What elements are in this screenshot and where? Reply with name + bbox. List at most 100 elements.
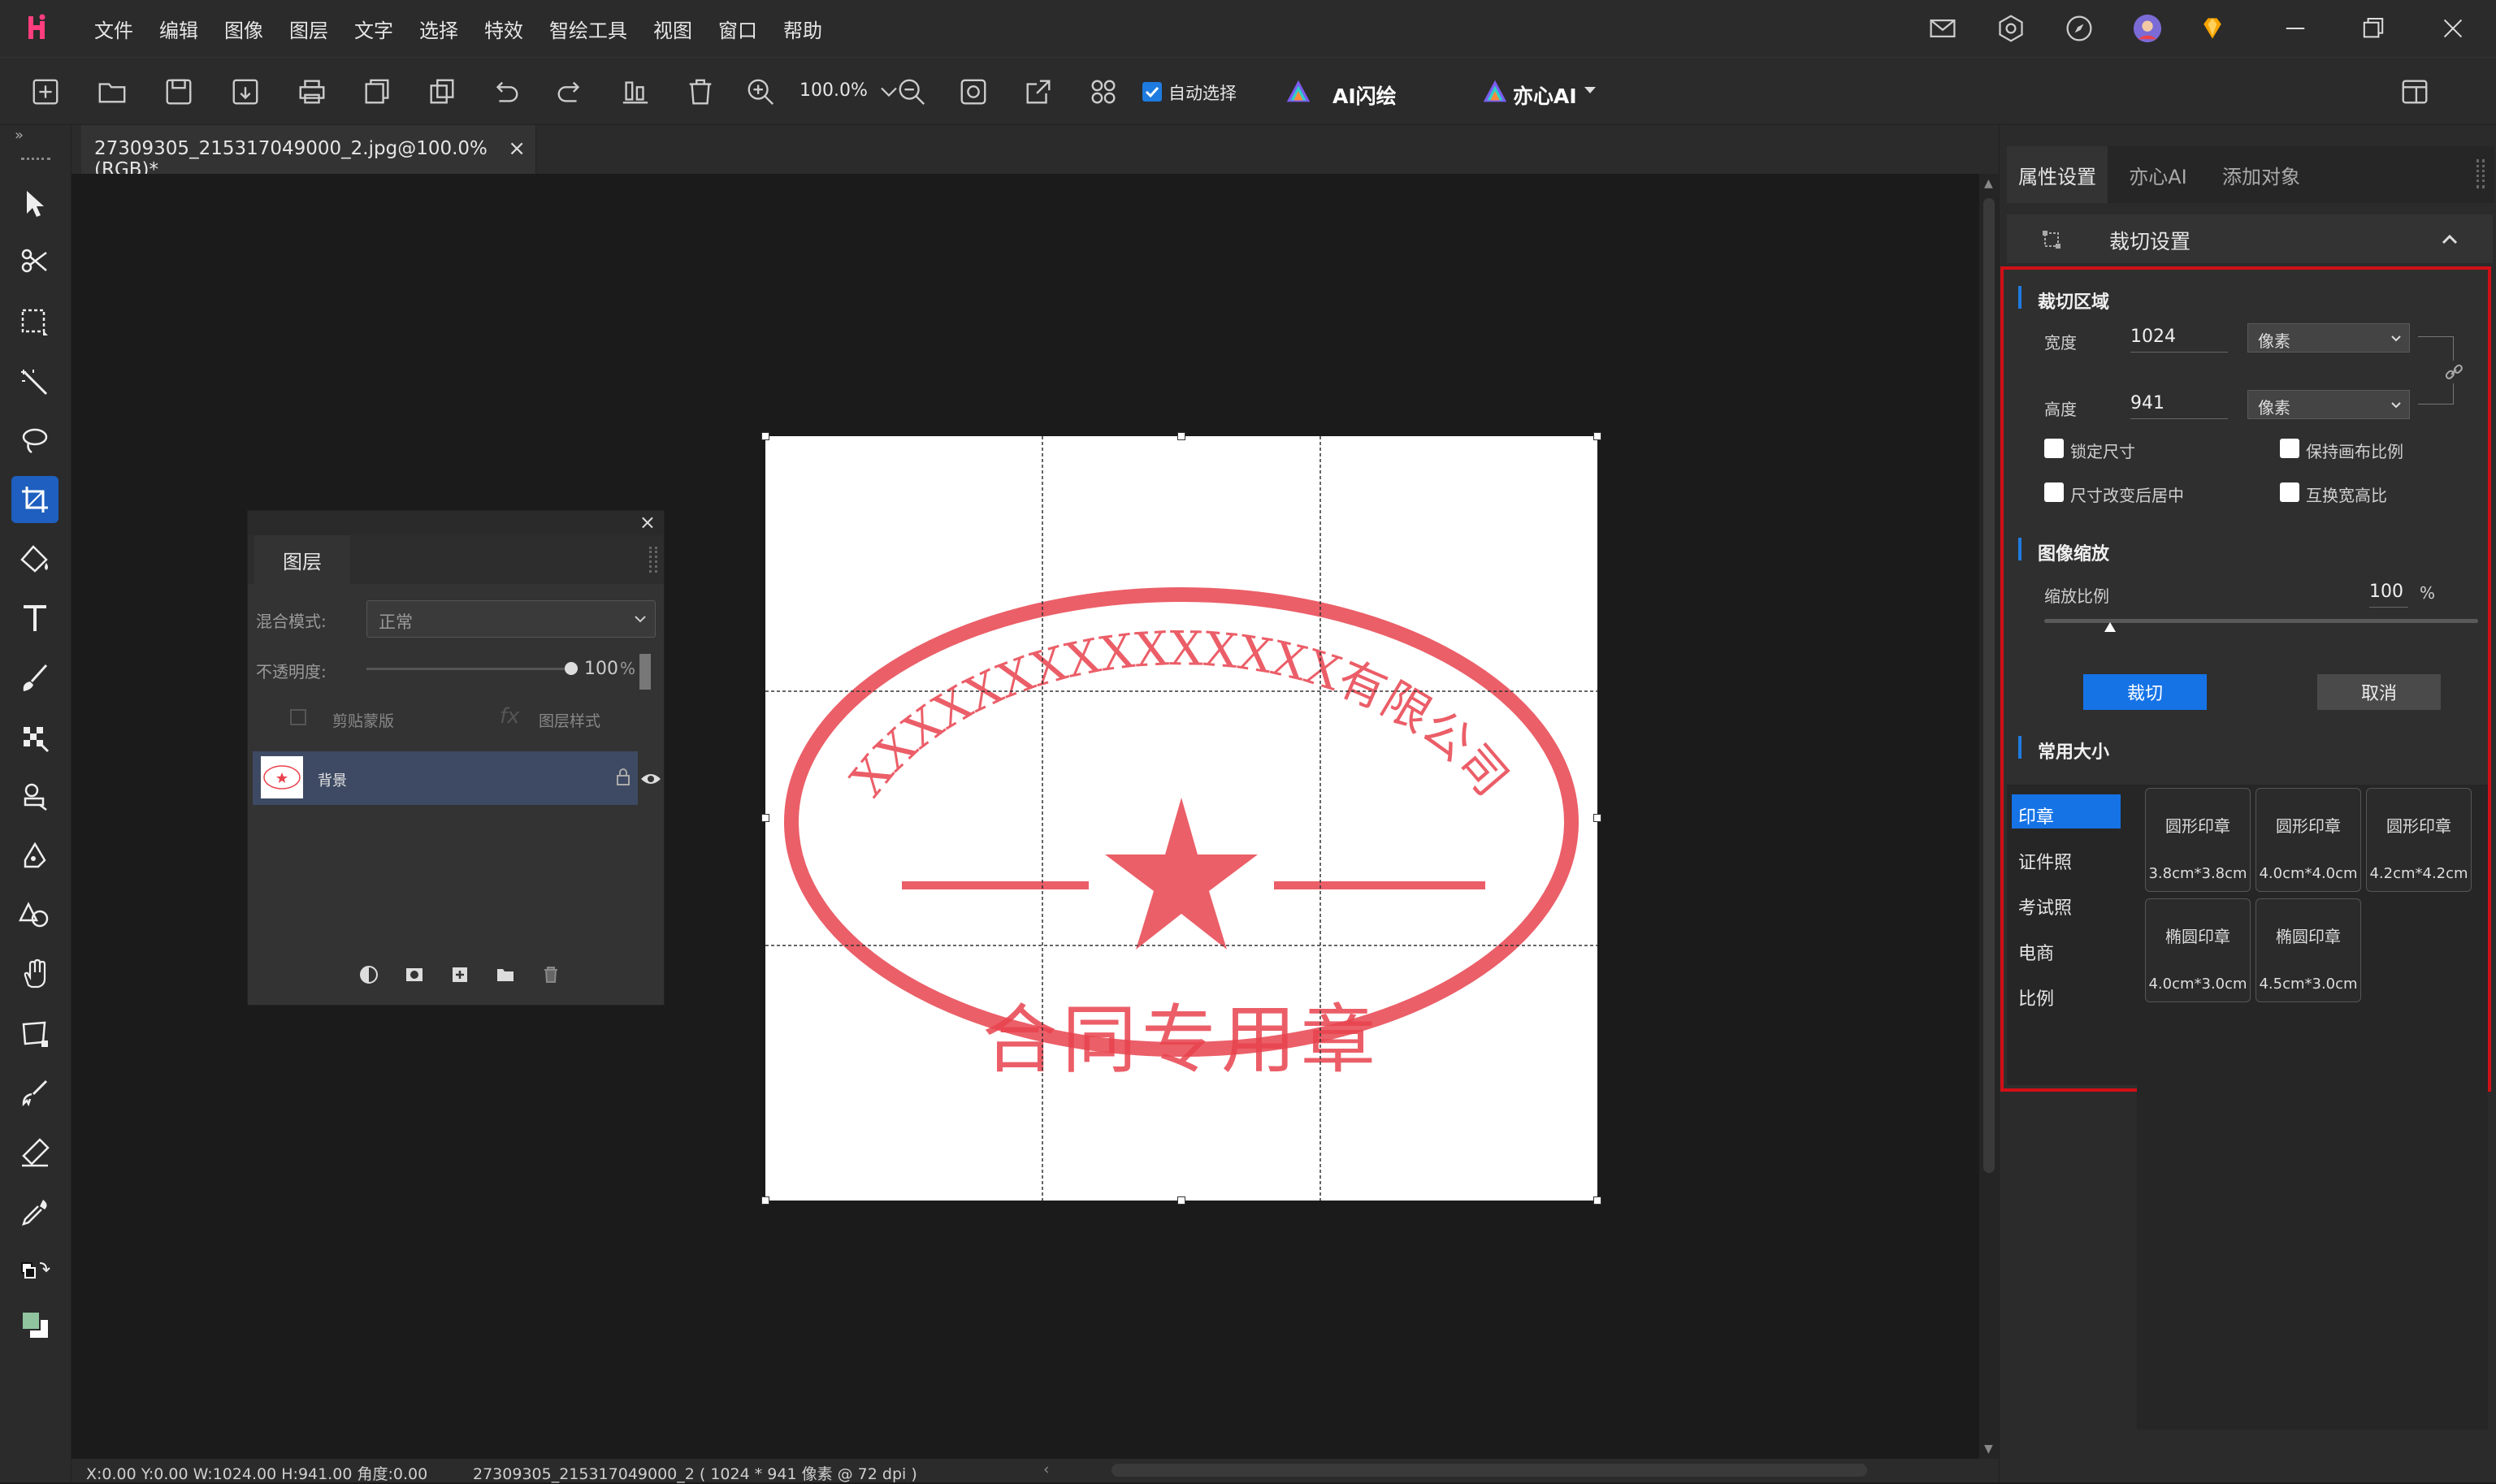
- width-unit-select[interactable]: 像素: [2247, 323, 2410, 353]
- ai-flash-label[interactable]: AI闪绘: [1332, 80, 1397, 110]
- category-ecommerce[interactable]: 电商: [2012, 931, 2121, 965]
- redo-icon[interactable]: [552, 74, 588, 110]
- size-card[interactable]: 圆形印章 4.0cm*4.0cm: [2256, 788, 2361, 892]
- tab-add-object[interactable]: 添加对象: [2208, 146, 2314, 203]
- duplicate-icon[interactable]: [424, 74, 460, 110]
- lock-size-label[interactable]: 锁定尺寸: [2070, 439, 2135, 462]
- crop-handle-tl[interactable]: [761, 432, 769, 440]
- menu-select[interactable]: 选择: [419, 15, 458, 43]
- delete-icon[interactable]: [682, 74, 718, 110]
- menu-smart-tools[interactable]: 智绘工具: [549, 15, 627, 43]
- chevron-up-icon[interactable]: [2439, 229, 2460, 250]
- right-panel-grip-icon[interactable]: [2476, 159, 2485, 188]
- eye-visibility-icon[interactable]: [639, 769, 662, 789]
- print-icon[interactable]: [294, 74, 330, 110]
- compass-icon[interactable]: [2062, 11, 2096, 45]
- menu-window[interactable]: 窗口: [718, 15, 757, 43]
- panel-layout-icon[interactable]: [2397, 74, 2433, 110]
- size-card[interactable]: 椭圆印章 4.5cm*3.0cm: [2256, 898, 2361, 1002]
- paint-bucket-tool-icon[interactable]: [11, 536, 58, 583]
- hand-tool-icon[interactable]: [11, 950, 58, 997]
- pen-tool-icon[interactable]: [11, 833, 58, 880]
- scale-slider-handle[interactable]: [2104, 622, 2116, 632]
- close-window-icon[interactable]: [2434, 11, 2472, 45]
- swap-ratio-label[interactable]: 互换宽高比: [2306, 482, 2387, 506]
- camera-icon[interactable]: [956, 74, 991, 110]
- text-tool-icon[interactable]: [11, 595, 58, 642]
- document-tab[interactable]: 27309305_215317049000_2.jpg@100.0% (RGB)…: [81, 125, 536, 180]
- avatar[interactable]: [2130, 11, 2164, 45]
- vertical-scrollbar[interactable]: ▲ ▼: [1979, 174, 1999, 1459]
- crop-handle-top[interactable]: [1177, 432, 1185, 440]
- menu-help[interactable]: 帮助: [783, 15, 822, 43]
- scale-ratio-input[interactable]: 100: [2369, 578, 2408, 608]
- eraser-tool-icon[interactable]: [11, 1129, 58, 1176]
- cancel-button[interactable]: 取消: [2317, 674, 2441, 710]
- swap-colors-icon[interactable]: [11, 1249, 58, 1296]
- menu-effects[interactable]: 特效: [484, 15, 523, 43]
- tool-grip-icon[interactable]: [21, 158, 50, 162]
- shape-tool-icon[interactable]: [11, 892, 58, 939]
- canvas-image[interactable]: XXXXXXXXXXXXXXX有限公司 合同专用章: [761, 432, 1601, 1205]
- auto-select-checkbox[interactable]: [1142, 82, 1162, 102]
- horizontal-scroll-thumb[interactable]: [1112, 1464, 1867, 1477]
- move-tool-icon[interactable]: [11, 180, 58, 227]
- crop-handle-br[interactable]: [1593, 1196, 1601, 1205]
- tab-yixin-ai[interactable]: 亦心AI: [2108, 146, 2208, 203]
- new-layer-icon[interactable]: [448, 963, 472, 987]
- swap-ratio-checkbox[interactable]: [2280, 482, 2299, 502]
- lasso-tool-icon[interactable]: [11, 418, 58, 465]
- restore-icon[interactable]: [2355, 11, 2392, 45]
- yixin-ai-logo-icon[interactable]: [1477, 74, 1513, 110]
- mask-icon[interactable]: [402, 963, 427, 987]
- close-tab-icon[interactable]: ×: [508, 136, 526, 161]
- yixin-ai-label[interactable]: 亦心AI: [1513, 80, 1577, 110]
- magic-wand-tool-icon[interactable]: [11, 359, 58, 406]
- clip-mask-label[interactable]: 剪贴蒙版: [332, 709, 394, 731]
- layer-row[interactable]: 背景: [253, 751, 638, 805]
- size-card[interactable]: 圆形印章 4.2cm*4.2cm: [2366, 788, 2472, 892]
- lock-size-checkbox[interactable]: [2044, 439, 2064, 458]
- center-after-label[interactable]: 尺寸改变后居中: [2070, 482, 2184, 506]
- scroll-left-icon[interactable]: ‹: [1043, 1460, 1050, 1478]
- layers-grip-icon[interactable]: [649, 547, 657, 573]
- clip-mask-icon[interactable]: [290, 709, 306, 725]
- category-exam-photo[interactable]: 考试照: [2012, 885, 2121, 919]
- menu-layer[interactable]: 图层: [289, 15, 328, 43]
- transform-tool-icon[interactable]: [11, 1010, 58, 1058]
- crop-handle-right[interactable]: [1593, 814, 1601, 822]
- fx-icon[interactable]: fx: [500, 704, 520, 729]
- scroll-down-icon[interactable]: ▼: [1984, 1443, 1993, 1456]
- zoom-level[interactable]: 100.0%: [800, 80, 868, 101]
- menu-edit[interactable]: 编辑: [159, 15, 198, 43]
- color-swatch-icon[interactable]: [11, 1301, 58, 1348]
- mosaic-tool-icon[interactable]: [11, 715, 58, 762]
- smudge-tool-icon[interactable]: [11, 1069, 58, 1116]
- eyedropper-tool-icon[interactable]: [11, 1189, 58, 1236]
- crop-settings-header[interactable]: 裁切设置: [2007, 214, 2493, 263]
- opacity-slider-knob[interactable]: [565, 662, 578, 675]
- cutout-tool-icon[interactable]: [11, 239, 58, 286]
- crop-handle-left[interactable]: [761, 814, 769, 822]
- link-chain-icon[interactable]: [2442, 361, 2465, 383]
- category-id-photo[interactable]: 证件照: [2012, 840, 2121, 874]
- undo-icon[interactable]: [488, 74, 523, 110]
- ai-flash-logo-icon[interactable]: [1280, 74, 1316, 110]
- save-as-icon[interactable]: [228, 74, 263, 110]
- settings-icon[interactable]: [1994, 11, 2028, 45]
- category-seal[interactable]: 印章: [2012, 794, 2121, 829]
- layers-panel-titlebar[interactable]: ×: [248, 511, 664, 535]
- menu-file[interactable]: 文件: [94, 15, 133, 43]
- crop-handle-bottom[interactable]: [1177, 1196, 1185, 1205]
- align-icon[interactable]: [618, 74, 653, 110]
- height-input[interactable]: 941: [2130, 390, 2228, 419]
- minimize-icon[interactable]: [2277, 11, 2314, 45]
- close-layers-icon[interactable]: ×: [639, 511, 656, 534]
- size-card[interactable]: 圆形印章 3.8cm*3.8cm: [2145, 788, 2251, 892]
- menu-image[interactable]: 图像: [224, 15, 263, 43]
- zoom-out-icon[interactable]: [894, 74, 930, 110]
- vip-diamond-icon[interactable]: [2195, 11, 2230, 45]
- size-card[interactable]: 椭圆印章 4.0cm*3.0cm: [2145, 898, 2251, 1002]
- vertical-scroll-thumb[interactable]: [1983, 198, 1995, 1173]
- blend-mode-select[interactable]: 正常: [366, 600, 656, 638]
